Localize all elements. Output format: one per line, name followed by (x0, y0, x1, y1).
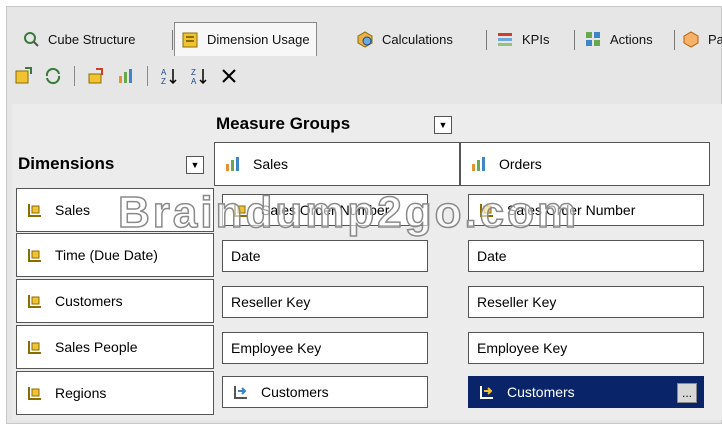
tab-label: Calculations (382, 31, 453, 47)
calculations-icon (356, 30, 374, 48)
relationship-label: Customers (507, 384, 575, 400)
svg-text:Z: Z (191, 68, 196, 77)
measure-group-icon (469, 154, 489, 174)
relationship-cell[interactable]: Employee Key (222, 332, 428, 364)
dimension-wizard-icon[interactable] (85, 65, 107, 87)
relationship-cell[interactable]: Reseller Key (468, 286, 704, 318)
tab-label: Cube Structure (48, 31, 136, 47)
dimension-icon (25, 337, 45, 357)
dimension-label: Regions (55, 385, 107, 401)
relationship-cell[interactable]: Employee Key (468, 332, 704, 364)
referenced-relationship-icon (477, 382, 497, 402)
relationship-cell[interactable]: Date (468, 240, 704, 272)
delete-icon[interactable] (218, 65, 240, 87)
dimension-row-sales-people[interactable]: Sales People (16, 325, 214, 369)
tab-partitions[interactable]: Pa (676, 24, 722, 54)
tab-dimension-usage[interactable]: Dimension Usage (174, 22, 317, 56)
add-cube-dimension-icon[interactable] (12, 65, 34, 87)
dimension-row-regions[interactable]: Regions (16, 371, 214, 415)
dimension-icon (25, 200, 45, 220)
toolbar-separator (147, 66, 148, 86)
fact-relationship-icon (231, 200, 251, 220)
tab-divider (486, 30, 487, 50)
sort-ascending-icon[interactable]: AZ (158, 65, 180, 87)
tab-cube-structure[interactable]: Cube Structure (16, 24, 141, 54)
measure-group-header-sales[interactable]: Sales (214, 142, 460, 186)
edit-relationship-button[interactable]: ... (677, 383, 697, 403)
chevron-down-icon: ▼ (438, 120, 448, 130)
measure-groups-title: Measure Groups (216, 114, 351, 133)
tab-label: KPIs (522, 31, 550, 47)
relationship-label: Date (231, 248, 261, 264)
tab-calculations[interactable]: Calculations (350, 24, 459, 54)
tab-divider (574, 30, 575, 50)
relationship-label: Reseller Key (477, 294, 557, 310)
relationship-label: Reseller Key (231, 294, 311, 310)
relationship-label: Employee Key (477, 340, 568, 356)
dimension-label: Time (Due Date) (55, 247, 158, 263)
measure-groups-dropdown[interactable]: ▼ (434, 116, 452, 134)
kpis-icon (496, 30, 514, 48)
tab-label: Actions (610, 31, 653, 47)
dimension-row-customers[interactable]: Customers (16, 279, 214, 323)
actions-icon (584, 30, 602, 48)
relationship-label: Employee Key (231, 340, 322, 356)
tab-divider (674, 30, 675, 50)
measure-group-icon[interactable] (115, 65, 137, 87)
relationship-cell-selected[interactable]: Customers ... (468, 376, 704, 408)
dimension-label: Customers (55, 293, 123, 309)
relationship-cell[interactable]: Sales Order Number (222, 194, 428, 226)
dimension-usage-icon (181, 31, 199, 49)
dimension-row-sales[interactable]: Sales (16, 188, 214, 232)
dimension-icon (25, 245, 45, 265)
dimension-icon (25, 291, 45, 311)
dimension-label: Sales (55, 202, 91, 218)
designer-tab-strip: Cube Structure Dimension Usage Calculati… (12, 20, 722, 56)
relationship-cell[interactable]: Date (222, 240, 428, 272)
dimensions-dropdown[interactable]: ▼ (186, 156, 204, 174)
tab-label: Pa (708, 31, 722, 47)
sort-descending-icon[interactable]: ZA (188, 65, 210, 87)
tab-label: Dimension Usage (207, 32, 310, 47)
dimension-icon (25, 383, 45, 403)
fact-relationship-icon (477, 200, 497, 220)
svg-text:Z: Z (161, 77, 166, 86)
relationship-cell[interactable]: Sales Order Number (468, 194, 704, 226)
relationship-label: Sales Order Number (507, 202, 636, 218)
dimension-usage-toolbar: AZ ZA (12, 58, 240, 94)
relationship-label: Customers (261, 384, 329, 400)
svg-text:A: A (161, 68, 167, 77)
dimension-label: Sales People (55, 339, 138, 355)
measure-group-icon (223, 154, 243, 174)
dimension-row-time-due-date[interactable]: Time (Due Date) (16, 233, 214, 277)
toolbar-separator (74, 66, 75, 86)
tab-divider (172, 30, 173, 50)
refresh-icon[interactable] (42, 65, 64, 87)
measure-group-header-orders[interactable]: Orders (460, 142, 710, 186)
relationship-label: Date (477, 248, 507, 264)
tab-kpis[interactable]: KPIs (490, 24, 555, 54)
measure-group-label: Orders (499, 156, 542, 172)
partitions-icon (682, 30, 700, 48)
chevron-down-icon: ▼ (190, 160, 200, 170)
relationship-label: Sales Order Number (261, 202, 390, 218)
relationship-cell[interactable]: Customers (222, 376, 428, 408)
referenced-relationship-icon (231, 382, 251, 402)
svg-text:A: A (191, 77, 197, 86)
relationship-cell[interactable]: Reseller Key (222, 286, 428, 318)
tab-actions[interactable]: Actions (578, 24, 659, 54)
dimensions-title: Dimensions (18, 154, 115, 173)
measure-group-label: Sales (253, 156, 289, 172)
cube-structure-icon (22, 30, 40, 48)
